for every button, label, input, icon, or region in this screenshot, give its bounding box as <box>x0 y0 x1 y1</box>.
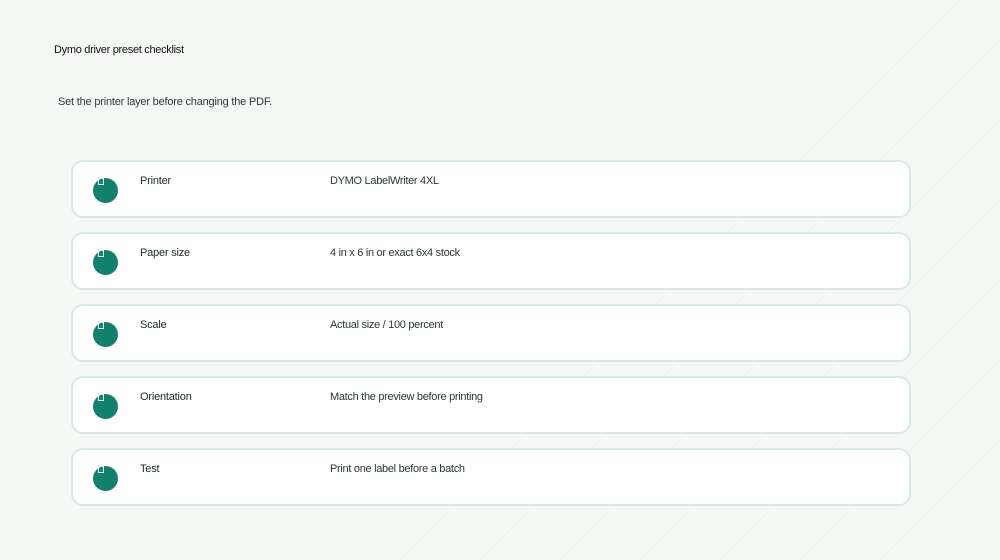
checklist-item-value: 4 in x 6 in or exact 6x4 stock <box>330 247 460 259</box>
check-circle-icon[interactable] <box>93 322 118 347</box>
checklist-item-label: Printer <box>140 175 171 187</box>
page-subtitle: Set the printer layer before changing th… <box>58 96 272 108</box>
check-glyph <box>98 466 104 473</box>
checklist-item-label: Test <box>140 463 160 475</box>
check-glyph <box>98 178 104 185</box>
checklist-item-printer: Printer DYMO LabelWriter 4XL <box>71 160 911 218</box>
checklist-item-scale: Scale Actual size / 100 percent <box>71 304 911 362</box>
page-title: Dymo driver preset checklist <box>54 44 184 56</box>
checklist-item-value: Match the preview before printing <box>330 391 483 403</box>
checklist-item-label: Scale <box>140 319 167 331</box>
checklist-item-label: Paper size <box>140 247 190 259</box>
check-circle-icon[interactable] <box>93 394 118 419</box>
checklist-item-test: Test Print one label before a batch <box>71 448 911 506</box>
checklist-item-label: Orientation <box>140 391 192 403</box>
check-glyph <box>98 394 104 401</box>
checklist-item-value: Actual size / 100 percent <box>330 319 443 331</box>
check-glyph <box>98 322 104 329</box>
check-glyph <box>98 250 104 257</box>
check-circle-icon[interactable] <box>93 466 118 491</box>
check-circle-icon[interactable] <box>93 178 118 203</box>
checklist-item-orientation: Orientation Match the preview before pri… <box>71 376 911 434</box>
checklist-item-value: DYMO LabelWriter 4XL <box>330 175 439 187</box>
checklist-item-value: Print one label before a batch <box>330 463 465 475</box>
preset-checklist: Printer DYMO LabelWriter 4XL Paper size … <box>71 160 911 520</box>
check-circle-icon[interactable] <box>93 250 118 275</box>
checklist-item-paper-size: Paper size 4 in x 6 in or exact 6x4 stoc… <box>71 232 911 290</box>
